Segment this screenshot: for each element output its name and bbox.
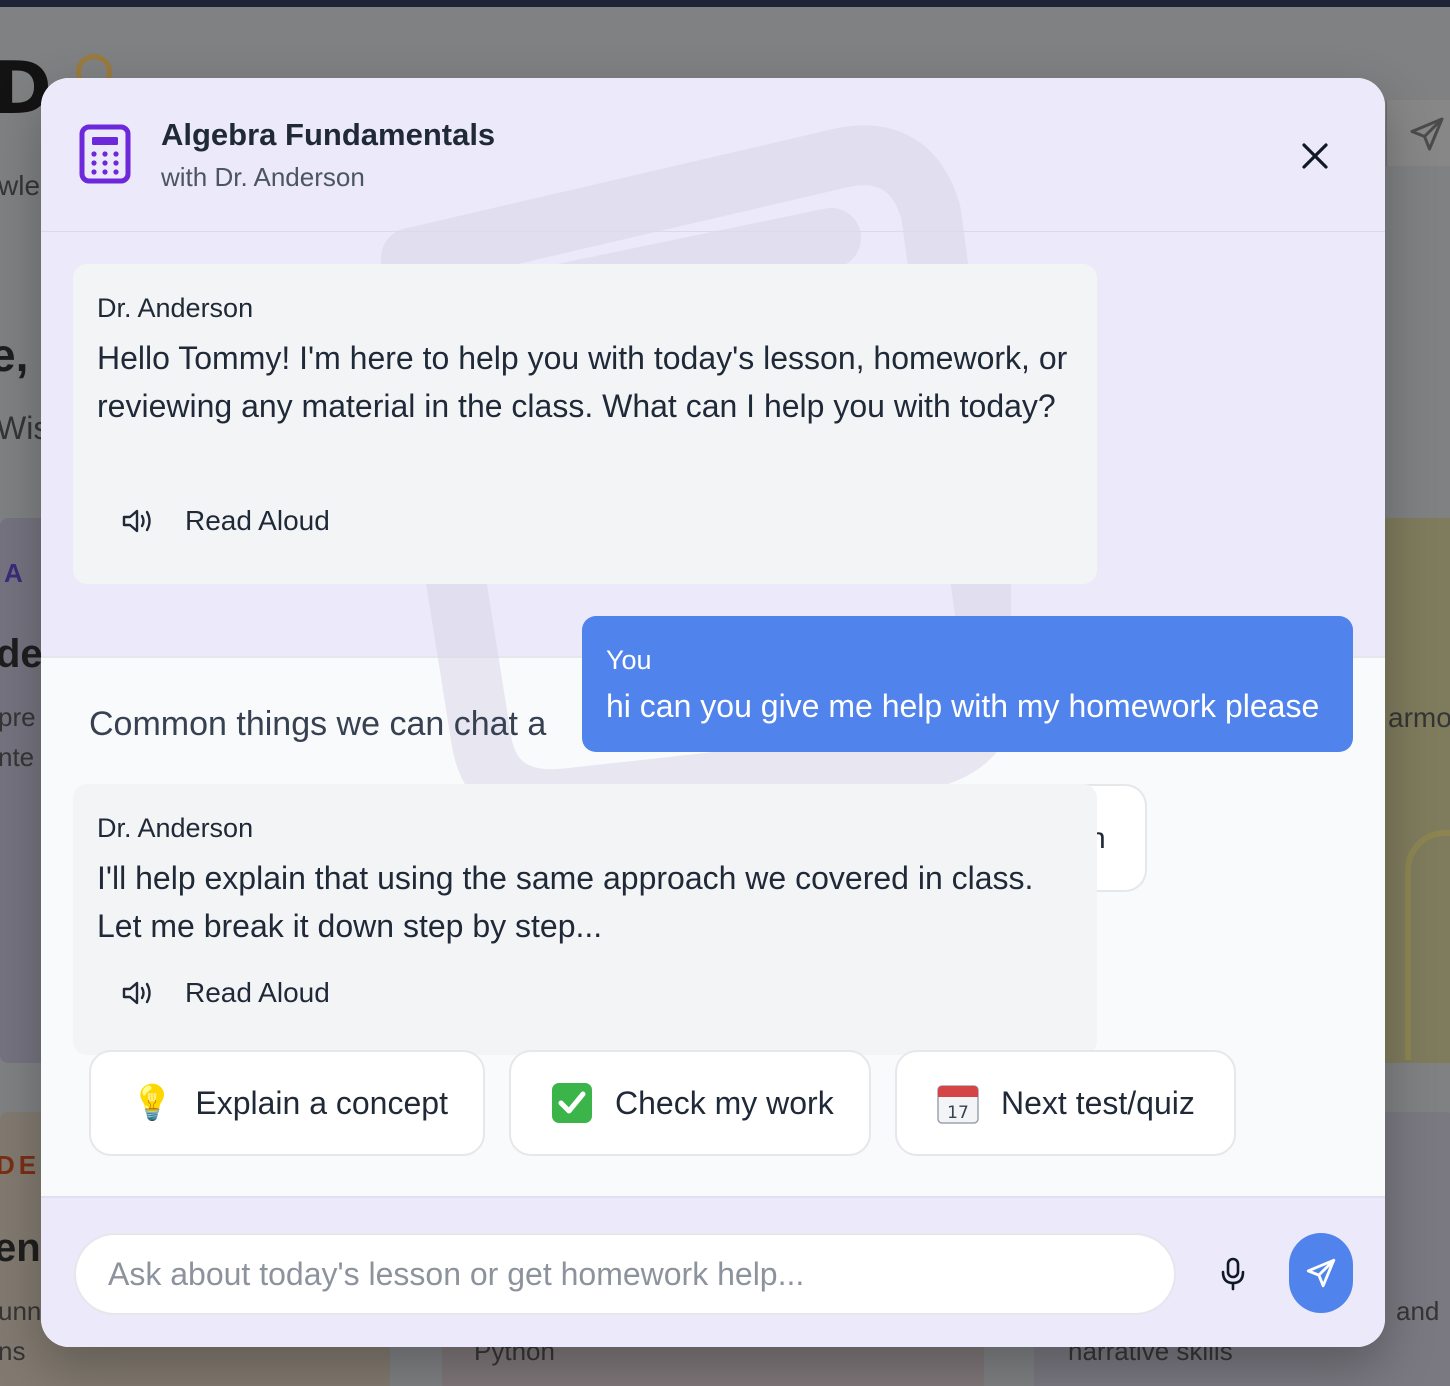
message-text: Hello Tommy! I'm here to help you with t… [97,340,1068,425]
background-decoration [1405,830,1450,1060]
read-aloud-label: Read Aloud [185,505,330,536]
background-text: armo [1388,702,1450,733]
quick-action-label: Explain a concept [195,1085,448,1121]
topics-heading: Common things we can chat a [89,705,547,743]
chat-modal: Algebra Fundamentals with Dr. Anderson C… [41,78,1385,1347]
send-button[interactable] [1289,1233,1353,1313]
message-author: Dr. Anderson [97,293,254,323]
calculator-icon [79,124,131,184]
message-text: hi can you give me help with my homework… [606,688,1320,725]
send-icon [1306,1258,1336,1288]
microphone-button[interactable] [1213,1254,1253,1294]
check-mark-icon [552,1083,592,1123]
background-text: nte [0,742,35,772]
modal-title: Algebra Fundamentals [161,117,496,152]
background-text: unn [0,1296,42,1326]
chat-input[interactable] [74,1233,1176,1315]
next-test-button[interactable]: 17 Next test/quiz [895,1050,1236,1156]
message-text: I'll help explain that using the same ap… [97,860,1034,945]
background-text: DE [0,1150,41,1180]
svg-text:17: 17 [947,1103,969,1123]
background-text: en [0,1226,41,1270]
speaker-icon [122,509,151,533]
check-work-button[interactable]: Check my work [509,1050,871,1156]
message-author: You [606,645,652,675]
tutor-message: Dr. Anderson Hello Tommy! I'm here to he… [73,264,1097,584]
lightbulb-icon: 💡 [131,1084,174,1122]
modal-header: Algebra Fundamentals with Dr. Anderson [41,78,1385,232]
microphone-icon [1221,1257,1245,1291]
read-aloud-button[interactable]: Read Aloud [121,978,330,1008]
close-icon [1302,143,1328,169]
message-author: Dr. Anderson [97,813,254,843]
chat-footer [41,1196,1385,1347]
modal-subtitle: with Dr. Anderson [161,162,365,192]
quick-action-label: Check my work [615,1085,834,1121]
user-message: You hi can you give me help with my home… [582,616,1353,752]
background-send-button [1386,100,1450,166]
read-aloud-label: Read Aloud [185,977,330,1008]
explain-concept-button[interactable]: 💡 Explain a concept [89,1050,485,1156]
speaker-icon [122,981,151,1005]
background-topbar [0,0,1450,7]
close-button[interactable] [1293,134,1337,178]
tutor-message: Dr. Anderson I'll help explain that usin… [73,784,1097,1055]
background-text: ns [0,1336,26,1366]
background-text: and [1396,1296,1440,1326]
calendar-icon: 17 [937,1085,979,1124]
quick-action-label: Next test/quiz [1001,1085,1195,1121]
background-text: pre [0,702,36,732]
read-aloud-button[interactable]: Read Aloud [121,506,330,536]
